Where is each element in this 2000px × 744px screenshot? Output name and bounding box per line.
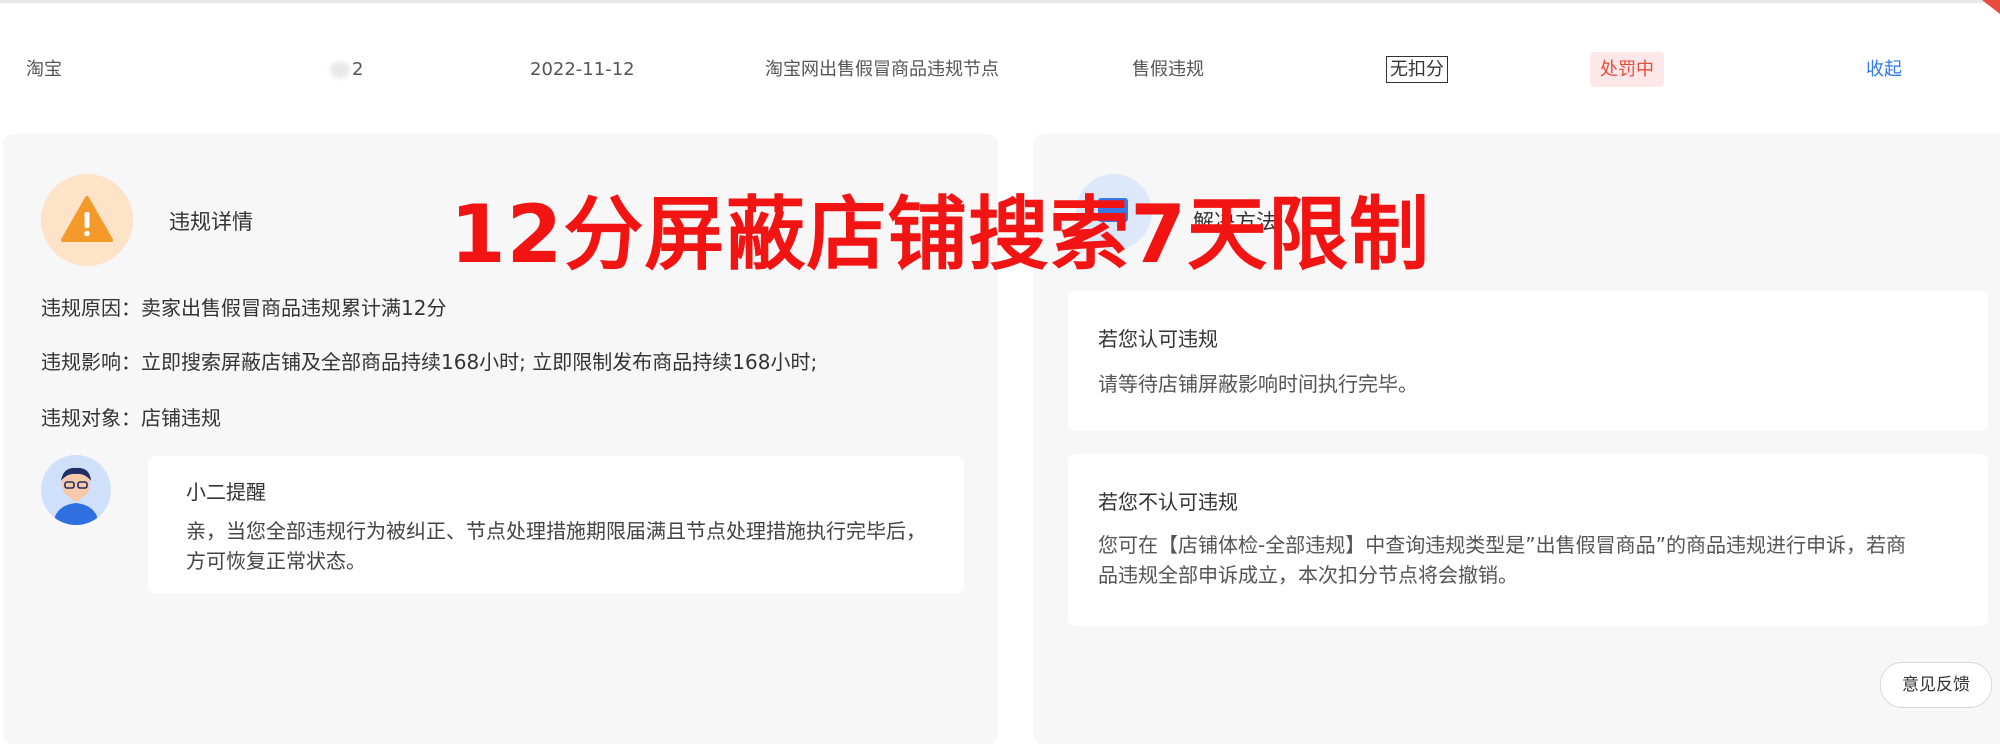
status-badge: 处罚中 bbox=[1590, 52, 1664, 87]
violation-node-cell: 淘宝网出售假冒商品违规节点 bbox=[765, 59, 999, 80]
accept-card: 若您认可违规 请等待店铺屏蔽影响时间执行完毕。 bbox=[1068, 291, 1988, 431]
status-cell: 处罚中 bbox=[1590, 40, 1664, 100]
overlay-headline: 12分屏蔽店铺搜索7天限制 bbox=[450, 188, 1430, 281]
score-cell: 无扣分 bbox=[1386, 40, 1448, 100]
reason-line: 违规原因：卖家出售假冒商品违规累计满12分 bbox=[41, 292, 446, 321]
redacted-id bbox=[330, 62, 350, 78]
impact-line: 违规影响：立即搜索屏蔽店铺及全部商品持续168小时; 立即限制发布商品持续168… bbox=[41, 346, 817, 375]
violation-row: 淘宝 2 2022-11-12 淘宝网出售假冒商品违规节点 售假违规 无扣分 处… bbox=[0, 40, 2000, 100]
collapse-link[interactable]: 收起 bbox=[1866, 40, 1902, 100]
assistant-avatar bbox=[41, 455, 111, 525]
corner-marker bbox=[1982, 0, 2000, 14]
impact-label: 违规影响： bbox=[41, 350, 141, 374]
date-cell: 2022-11-12 bbox=[530, 59, 635, 80]
reason-value: 卖家出售假冒商品违规累计满12分 bbox=[141, 296, 447, 320]
appeal-text: 您可在【店铺体检-全部违规】中查询违规类型是”出售假冒商品”的商品违规进行申诉，… bbox=[1098, 533, 1906, 587]
appeal-card: 若您不认可违规 您可在【店铺体检-全部违规】中查询违规类型是”出售假冒商品”的商… bbox=[1068, 454, 1988, 626]
warning-icon bbox=[61, 196, 113, 242]
tip-text: 亲，当您全部违规行为被纠正、节点处理措施期限届满且节点处理措施执行完毕后，方可恢… bbox=[186, 519, 926, 573]
tip-title: 小二提醒 bbox=[186, 480, 266, 504]
target-line: 违规对象：店铺违规 bbox=[41, 402, 221, 431]
impact-value: 立即搜索屏蔽店铺及全部商品持续168小时; 立即限制发布商品持续168小时; bbox=[141, 350, 818, 374]
record-id-suffix: 2 bbox=[352, 59, 364, 80]
feedback-button[interactable]: 意见反馈 bbox=[1880, 662, 1992, 708]
accept-title: 若您认可违规 bbox=[1098, 327, 1218, 351]
warning-icon-circle bbox=[41, 174, 133, 266]
record-id-cell: 2 bbox=[330, 40, 363, 100]
target-value: 店铺违规 bbox=[141, 406, 221, 430]
platform-cell: 淘宝 bbox=[26, 59, 62, 80]
violation-type-cell: 售假违规 bbox=[1132, 59, 1204, 80]
accept-text: 请等待店铺屏蔽影响时间执行完毕。 bbox=[1098, 372, 1418, 396]
tip-card: 小二提醒 亲，当您全部违规行为被纠正、节点处理措施期限届满且节点处理措施执行完毕… bbox=[148, 456, 964, 593]
top-divider bbox=[0, 0, 2000, 3]
assistant-avatar-icon bbox=[41, 455, 111, 525]
reason-label: 违规原因： bbox=[41, 296, 141, 320]
detail-title: 违规详情 bbox=[169, 210, 253, 234]
score-badge: 无扣分 bbox=[1386, 56, 1448, 83]
appeal-title: 若您不认可违规 bbox=[1098, 490, 1238, 514]
target-label: 违规对象： bbox=[41, 406, 141, 430]
